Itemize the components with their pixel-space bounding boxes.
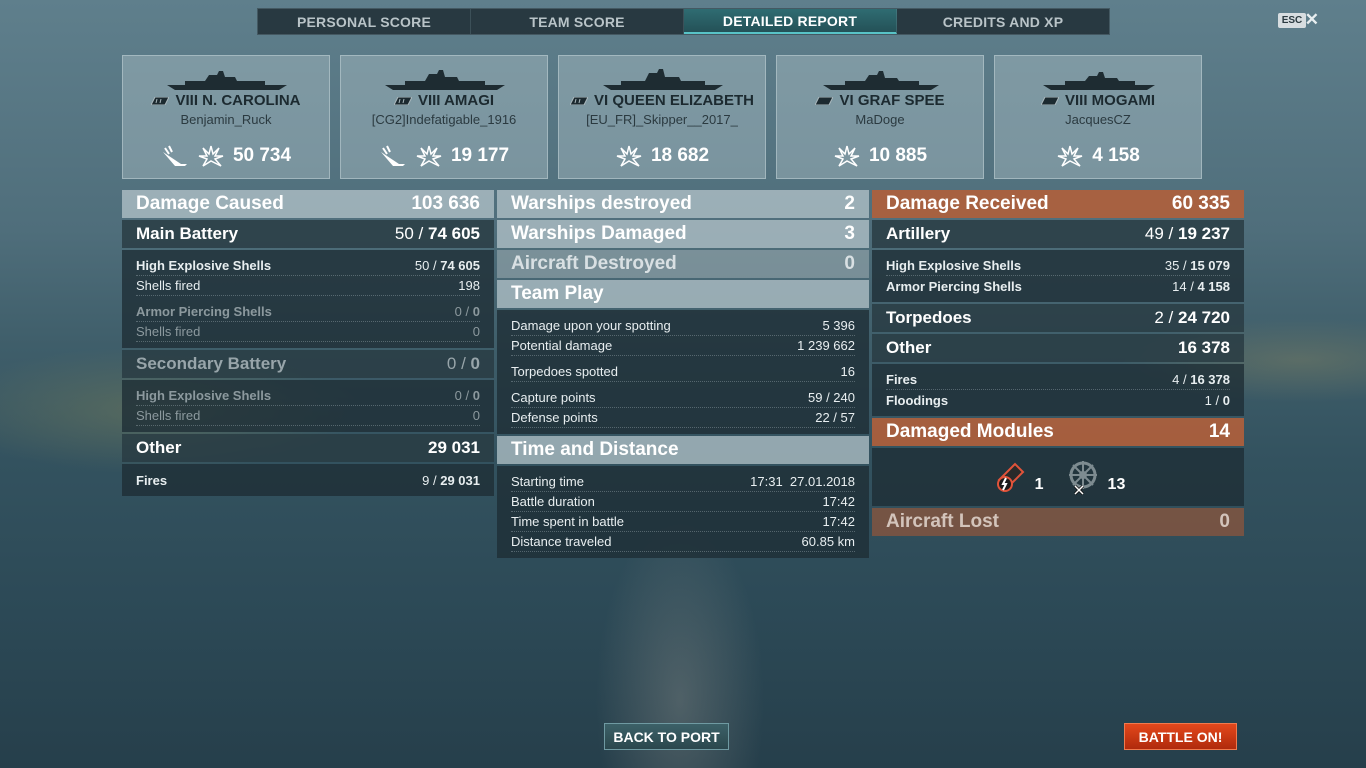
ship-damage-value: 18 682 — [650, 145, 710, 166]
damage-explosion-icon — [834, 145, 860, 167]
time-distance-header: Time and Distance — [497, 436, 869, 464]
back-to-port-button[interactable]: BACK TO PORT — [604, 723, 729, 750]
sunk-ship-icon — [162, 145, 187, 166]
damaged-modules-header: Damaged Modules 14 — [872, 418, 1244, 446]
tab-detailed-report[interactable]: DETAILED REPORT — [684, 9, 897, 34]
damage-received-panel: Damage Received 60 335 Artillery 49 / 19 … — [872, 190, 1244, 538]
engine-module: 1 — [991, 458, 1044, 496]
ship-damage-value: 50 734 — [232, 145, 292, 166]
team-play-details: Damage upon your spotting 5 396 Potential… — [497, 310, 869, 434]
battle-summary-panel: Warships destroyed 2 Warships Damaged 3 Ai… — [497, 190, 869, 560]
aircraft-destroyed-row: Aircraft Destroyed 0 — [497, 250, 869, 278]
main-he-shells-fired-row: Shells fired 198 — [136, 276, 480, 296]
damaged-modules-list: 1 13 — [872, 448, 1244, 506]
battleship-class-icon — [393, 96, 412, 105]
player-name: Benjamin_Ruck — [180, 112, 272, 127]
player-name: MaDoge — [855, 112, 905, 127]
ship-silhouette-icon — [823, 71, 939, 90]
battle-on-button[interactable]: BATTLE ON! — [1124, 723, 1237, 750]
warships-destroyed-row: Warships destroyed 2 — [497, 190, 869, 218]
ship-name: VI GRAF SPEE — [839, 92, 945, 109]
ship-name: VIII N. CAROLINA — [175, 92, 301, 109]
tab-credits-and-xp[interactable]: CREDITS AND XP — [897, 9, 1109, 34]
secondary-shells-fired-row: Shells fired 0 — [136, 406, 480, 426]
ship-name: VIII MOGAMI — [1065, 92, 1155, 109]
cruiser-class-icon — [1041, 96, 1059, 105]
artillery-header: Artillery 49 / 19 237 — [872, 220, 1244, 248]
ship-silhouette-icon — [385, 70, 505, 90]
damage-caused-panel: Damage Caused 103 636 Main Battery 50 / … — [122, 190, 494, 498]
player-name: [EU_FR]_Skipper__2017_ — [586, 112, 738, 127]
ship-damage-value: 10 885 — [868, 145, 928, 166]
damage-explosion-icon — [1057, 145, 1083, 167]
artillery-details: High Explosive Shells 35 / 15 079 Armor … — [872, 250, 1244, 302]
torpedoes-spotted-row: Torpedoes spotted 16 — [511, 362, 855, 382]
distance-traveled-row: Distance traveled 60.85 km — [511, 532, 855, 552]
main-ap-shells-fired-row: Shells fired 0 — [136, 322, 480, 342]
received-floodings-row: Floodings 1 / 0 — [886, 392, 1230, 408]
engine-module-icon — [996, 462, 1025, 492]
ship-card: VIII MOGAMI JacquesCZ 4 158 — [994, 55, 1202, 179]
secondary-battery-header: Secondary Battery 0 / 0 — [122, 350, 494, 378]
time-distance-details: Starting time 17:31 27.01.2018 Battle dur… — [497, 466, 869, 558]
defense-points-row: Defense points 22 / 57 — [511, 408, 855, 428]
esc-key-hint: ESC — [1278, 13, 1306, 28]
cruiser-class-icon — [815, 96, 834, 105]
player-name: JacquesCZ — [1065, 112, 1131, 127]
ship-silhouette-icon — [603, 69, 723, 90]
received-he-shells-row: High Explosive Shells 35 / 15 079 — [886, 256, 1230, 276]
other-caused-header: Other 29 031 — [122, 434, 494, 462]
battleship-class-icon — [151, 96, 170, 105]
steering-module-icon — [1068, 461, 1097, 496]
other-caused-details: Fires 9 / 29 031 — [122, 464, 494, 496]
battleship-class-icon — [569, 96, 588, 105]
sunk-ship-icon — [380, 145, 405, 166]
player-name: [CG2]Indefatigable_1916 — [371, 112, 517, 127]
starting-time-row: Starting time 17:31 27.01.2018 — [511, 472, 855, 492]
ship-name: VI QUEEN ELIZABETH — [593, 92, 754, 109]
ship-name: VIII AMAGI — [417, 92, 495, 109]
time-in-battle-row: Time spent in battle 17:42 — [511, 512, 855, 532]
ship-damage-value: 19 177 — [450, 145, 510, 166]
ship-card: VI QUEEN ELIZABETH [EU_FR]_Skipper__2017… — [558, 55, 766, 179]
damage-caused-header: Damage Caused 103 636 — [122, 190, 494, 218]
team-play-header: Team Play — [497, 280, 869, 308]
aircraft-lost-row: Aircraft Lost 0 — [872, 508, 1244, 536]
report-tabs: PERSONAL SCORE TEAM SCORE DETAILED REPOR… — [257, 8, 1110, 35]
damage-explosion-icon — [416, 145, 442, 167]
damaged-ships-list: VIII N. CAROLINA Benjamin_Ruck 50 734 VI… — [122, 55, 1202, 179]
secondary-he-shells-row: High Explosive Shells 0 / 0 — [136, 386, 480, 406]
secondary-battery-details: High Explosive Shells 0 / 0 Shells fired… — [122, 380, 494, 432]
steering-module: 13 — [1064, 458, 1125, 496]
battle-duration-row: Battle duration 17:42 — [511, 492, 855, 512]
other-received-details: Fires 4 / 16 378 Floodings 1 / 0 — [872, 364, 1244, 416]
ship-silhouette-icon — [1043, 72, 1155, 90]
ship-card: VI GRAF SPEE MaDoge 10 885 — [776, 55, 984, 179]
close-icon[interactable]: ✕ — [1305, 10, 1319, 30]
tab-personal-score[interactable]: PERSONAL SCORE — [258, 9, 471, 34]
received-ap-shells-row: Armor Piercing Shells 14 / 4 158 — [886, 278, 1230, 294]
ship-silhouette-icon — [167, 71, 287, 90]
main-ap-shells-row: Armor Piercing Shells 0 / 0 — [136, 302, 480, 322]
torpedoes-header: Torpedoes 2 / 24 720 — [872, 304, 1244, 332]
warships-damaged-row: Warships Damaged 3 — [497, 220, 869, 248]
received-fires-row: Fires 4 / 16 378 — [886, 370, 1230, 390]
damage-received-header: Damage Received 60 335 — [872, 190, 1244, 218]
potential-damage-row: Potential damage 1 239 662 — [511, 336, 855, 356]
damage-explosion-icon — [198, 145, 224, 167]
main-battery-header: Main Battery 50 / 74 605 — [122, 220, 494, 248]
other-received-header: Other 16 378 — [872, 334, 1244, 362]
spotting-damage-row: Damage upon your spotting 5 396 — [511, 316, 855, 336]
fires-caused-row: Fires 9 / 29 031 — [136, 472, 480, 488]
main-battery-details: High Explosive Shells 50 / 74 605 Shells… — [122, 250, 494, 348]
ship-damage-value: 4 158 — [1092, 145, 1140, 166]
main-he-shells-row: High Explosive Shells 50 / 74 605 — [136, 256, 480, 276]
ship-card: VIII AMAGI [CG2]Indefatigable_1916 19 17… — [340, 55, 548, 179]
ship-card: VIII N. CAROLINA Benjamin_Ruck 50 734 — [122, 55, 330, 179]
damage-explosion-icon — [616, 145, 642, 167]
capture-points-row: Capture points 59 / 240 — [511, 388, 855, 408]
tab-team-score[interactable]: TEAM SCORE — [471, 9, 684, 34]
